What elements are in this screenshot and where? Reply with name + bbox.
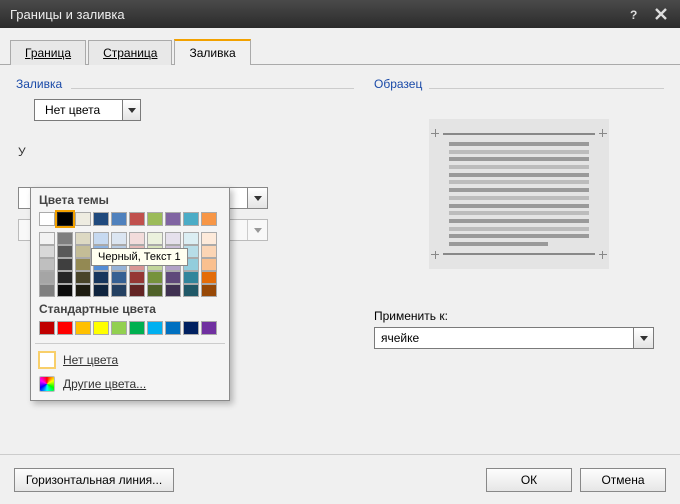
color-swatch[interactable]	[165, 321, 181, 335]
color-swatch[interactable]	[111, 212, 127, 226]
color-swatch[interactable]	[165, 232, 181, 245]
close-button[interactable]	[648, 4, 674, 24]
color-swatch[interactable]	[129, 271, 145, 284]
color-swatch[interactable]	[75, 321, 91, 335]
color-swatch[interactable]	[165, 284, 181, 297]
color-swatch[interactable]	[111, 271, 127, 284]
color-swatch[interactable]	[147, 212, 163, 226]
color-swatch[interactable]	[183, 271, 199, 284]
color-swatch[interactable]	[147, 321, 163, 335]
color-swatch[interactable]	[57, 321, 73, 335]
color-swatch[interactable]	[93, 321, 109, 335]
color-swatch[interactable]	[57, 212, 73, 226]
standard-colors-row	[31, 319, 229, 339]
color-swatch[interactable]	[75, 232, 91, 245]
titlebar: Границы и заливка ?	[0, 0, 680, 28]
color-swatch[interactable]	[111, 284, 127, 297]
color-swatch[interactable]	[57, 258, 73, 271]
color-swatch[interactable]	[147, 232, 163, 245]
color-swatch[interactable]	[39, 232, 55, 245]
window-title: Границы и заливка	[10, 7, 622, 22]
color-swatch[interactable]	[93, 271, 109, 284]
fill-color-combo[interactable]: Нет цвета	[34, 99, 141, 121]
ok-button[interactable]: ОК	[486, 468, 572, 492]
color-picker-popup: Цвета темы Черный, Текст 1 Стандартные ц…	[30, 187, 230, 401]
color-swatch[interactable]	[75, 271, 91, 284]
horizontal-line-button[interactable]: Горизонтальная линия...	[14, 468, 174, 492]
apply-to-value: ячейке	[375, 328, 633, 348]
color-swatch[interactable]	[39, 212, 55, 226]
color-swatch[interactable]	[129, 321, 145, 335]
borders-shading-dialog: Границы и заливка ? Граница Страница Зал…	[0, 0, 680, 504]
color-swatch[interactable]	[39, 245, 55, 258]
color-tooltip: Черный, Текст 1	[91, 248, 188, 266]
preview-box	[429, 119, 609, 269]
color-swatch[interactable]	[57, 232, 73, 245]
color-swatch[interactable]	[39, 271, 55, 284]
color-swatch[interactable]	[201, 284, 217, 297]
color-wheel-icon	[39, 376, 55, 392]
fill-color-dropdown-arrow[interactable]	[122, 100, 140, 120]
tab-page[interactable]: Страница	[88, 40, 172, 65]
color-swatch[interactable]	[39, 284, 55, 297]
color-swatch[interactable]	[111, 232, 127, 245]
color-swatch[interactable]	[129, 212, 145, 226]
tab-border[interactable]: Граница	[10, 40, 86, 65]
help-button[interactable]: ?	[622, 4, 648, 24]
color-swatch[interactable]	[129, 284, 145, 297]
more-colors-label: Другие цвета...	[63, 377, 146, 391]
color-swatch[interactable]	[93, 212, 109, 226]
color-swatch[interactable]	[201, 258, 217, 271]
svg-text:?: ?	[630, 8, 637, 21]
color-swatch[interactable]	[201, 245, 217, 258]
color-swatch[interactable]	[75, 245, 91, 258]
color-swatch[interactable]	[183, 232, 199, 245]
cancel-button[interactable]: Отмена	[580, 468, 666, 492]
more-colors-item[interactable]: Другие цвета...	[31, 372, 229, 396]
apply-to-area: Применить к: ячейке	[374, 309, 664, 349]
color-swatch[interactable]	[165, 271, 181, 284]
chevron-down-icon	[633, 328, 653, 348]
color-swatch[interactable]	[201, 271, 217, 284]
color-swatch[interactable]	[75, 258, 91, 271]
color-swatch[interactable]	[183, 284, 199, 297]
dialog-footer: Горизонтальная линия... ОК Отмена	[0, 454, 680, 504]
color-swatch[interactable]	[129, 232, 145, 245]
color-swatch[interactable]	[75, 212, 91, 226]
tab-fill[interactable]: Заливка	[174, 39, 250, 65]
color-swatch[interactable]	[75, 284, 91, 297]
apply-to-label: Применить к:	[374, 309, 664, 323]
color-swatch[interactable]	[57, 271, 73, 284]
right-column: Образец Применить к:	[374, 77, 664, 454]
color-swatch[interactable]	[201, 212, 217, 226]
color-swatch[interactable]	[93, 232, 109, 245]
color-swatch[interactable]	[201, 321, 217, 335]
theme-colors-row	[31, 210, 229, 228]
no-color-label: Нет цвета	[63, 353, 118, 367]
chevron-down-icon	[247, 220, 267, 240]
content-area: Заливка Нет цвета У О	[0, 65, 680, 454]
color-swatch[interactable]	[147, 284, 163, 297]
color-swatch[interactable]	[39, 321, 55, 335]
no-color-item[interactable]: Нет цвета	[31, 348, 229, 372]
fill-color-value: Нет цвета	[35, 103, 122, 117]
color-swatch[interactable]	[183, 321, 199, 335]
pattern-label-prefix: У	[18, 145, 26, 159]
color-swatch[interactable]	[165, 212, 181, 226]
chevron-down-icon	[247, 188, 267, 208]
preview-content	[443, 133, 595, 255]
color-swatch[interactable]	[147, 271, 163, 284]
color-swatch[interactable]	[57, 284, 73, 297]
no-color-swatch	[39, 352, 55, 368]
color-swatch[interactable]	[111, 321, 127, 335]
tab-strip: Граница Страница Заливка	[0, 28, 680, 65]
color-swatch[interactable]	[93, 284, 109, 297]
color-swatch[interactable]	[183, 212, 199, 226]
apply-to-combo[interactable]: ячейке	[374, 327, 654, 349]
color-swatch[interactable]	[201, 232, 217, 245]
standard-colors-header: Стандартные цвета	[31, 297, 229, 319]
color-swatch[interactable]	[39, 258, 55, 271]
theme-colors-header: Цвета темы	[31, 188, 229, 210]
color-swatch[interactable]	[57, 245, 73, 258]
